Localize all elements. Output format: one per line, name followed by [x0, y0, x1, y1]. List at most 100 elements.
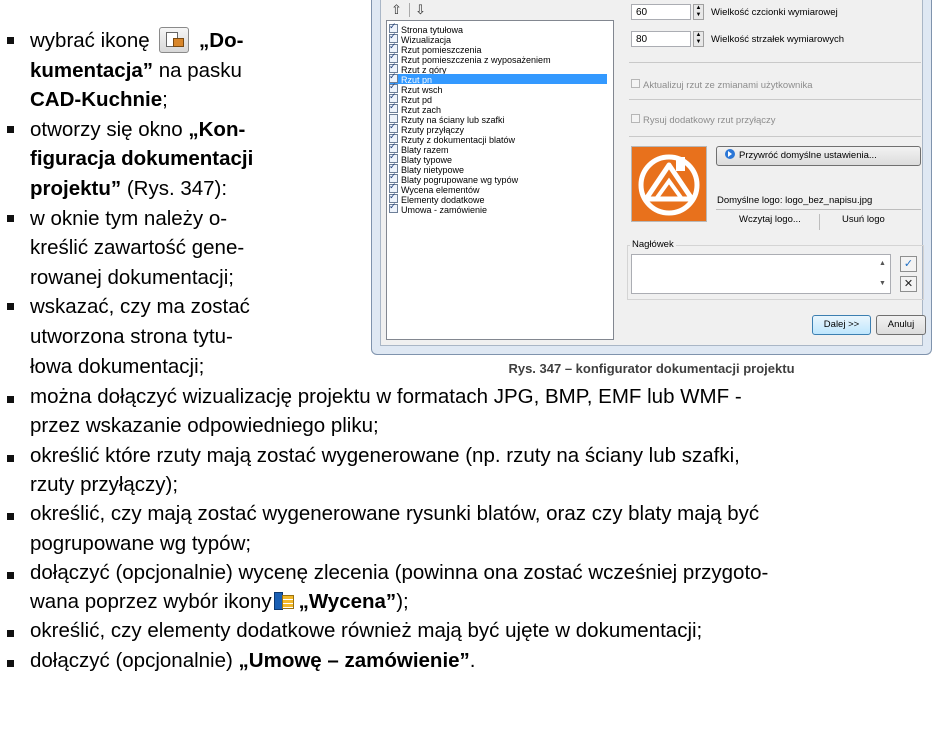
list-item[interactable]: Blaty nietypowe: [389, 161, 464, 175]
list-item[interactable]: Blaty razem: [389, 141, 449, 155]
list-item[interactable]: Elementy dodatkowe: [389, 191, 485, 205]
arrow-size-input[interactable]: 80: [631, 31, 691, 47]
text-line: określić które rzuty mają zostać wygener…: [30, 444, 740, 468]
update-view-label: Aktualizuj rzut ze zmianami użytkownika: [643, 80, 813, 91]
remove-logo-button[interactable]: Usuń logo: [842, 214, 885, 225]
move-down-icon[interactable]: ⇩: [415, 2, 426, 18]
extra-view-checkbox[interactable]: Rysuj dodatkowy rzut przyłączy: [631, 114, 776, 126]
wycena-icon[interactable]: [273, 591, 295, 611]
text-run: CAD-Kuchnie: [30, 88, 163, 112]
text-run: .: [469, 648, 476, 672]
list-item-checkbox[interactable]: [389, 101, 398, 113]
text-line: kumentacja” na pasku: [30, 56, 242, 86]
text-line: otworzy się okno „Kon-: [30, 115, 245, 145]
text-run: można dołączyć wizualizację projektu w f…: [30, 385, 742, 408]
list-item[interactable]: Strona tytułowa: [389, 21, 463, 35]
divider: [629, 62, 921, 63]
checkbox-box: [631, 79, 640, 88]
divider: [716, 209, 921, 210]
logo-preview: [631, 146, 707, 222]
text-run: kumentacja”: [30, 58, 154, 82]
arrow-size-label: Wielkość strzałek wymiarowych: [711, 34, 845, 45]
move-up-icon[interactable]: ⇧: [391, 2, 402, 18]
font-size-label: Wielkość czcionki wymiarowej: [711, 7, 838, 18]
text-line: w oknie tym należy o-: [30, 204, 227, 234]
text-line: pogrupowane wg typów;: [30, 532, 251, 556]
font-size-input[interactable]: 60: [631, 4, 691, 20]
text-line: figuracja dokumentacji: [30, 144, 253, 174]
restore-defaults-button[interactable]: Przywróć domyślne ustawienia...: [716, 146, 921, 166]
text-run: „Kon-: [188, 117, 246, 141]
text-line: CAD-Kuchnie;: [30, 85, 168, 115]
text-run: „Umowę – zamówienie”: [238, 648, 470, 672]
list-item[interactable]: Wizualizacja: [389, 31, 451, 45]
divider: [629, 99, 921, 100]
list-item[interactable]: Blaty pogrupowane wg typów: [389, 171, 518, 185]
text-run: rzuty przyłączy);: [30, 472, 179, 496]
text-line: kreślić zawartość gene-: [30, 233, 244, 263]
text-run: utworzona strona tytu-: [30, 325, 233, 348]
text-line: przez wskazanie odpowiedniego pliku;: [30, 414, 379, 438]
list-item-checkbox[interactable]: [389, 201, 398, 213]
list-item[interactable]: Rzut z góry: [389, 61, 447, 75]
text-line: projektu” (Rys. 347):: [30, 174, 227, 204]
update-view-checkbox[interactable]: Aktualizuj rzut ze zmianami użytkownika: [631, 79, 812, 91]
text-line: określić, czy mają zostać wygenerowane r…: [30, 502, 759, 526]
list-item[interactable]: Rzut wsch: [389, 81, 443, 95]
default-logo-filename: logo_bez_napisu.jpg: [785, 195, 873, 206]
clear-x-icon[interactable]: ✕: [900, 276, 917, 292]
header-group: Nagłówek ▲ ▼ ✓ ✕: [627, 239, 924, 300]
text-run: określić, czy mają zostać wygenerowane r…: [30, 502, 760, 526]
text-run: dołączyć (opcjonalnie): [30, 648, 239, 672]
text-run: rowanej dokumentacji;: [30, 265, 234, 289]
text-line: dołączyć (opcjonalnie) wycenę zlecenia (…: [30, 561, 768, 585]
bullet-marker: [7, 630, 14, 638]
font-size-spinner[interactable]: ▲ ▼: [693, 4, 704, 20]
list-item[interactable]: Blaty typowe: [389, 151, 452, 165]
list-toolbar: ⇧ ⇩: [387, 0, 618, 20]
restore-defaults-label: Przywróć domyślne ustawienia...: [739, 150, 877, 161]
text-run: na pasku: [153, 58, 242, 82]
next-button[interactable]: Dalej >>: [812, 315, 871, 335]
bullet-marker: [7, 303, 14, 311]
text-line: wana poprzez wybór ikony „Wycena”);: [30, 590, 409, 614]
text-run: w oknie tym należy o-: [30, 206, 228, 230]
list-item[interactable]: Wycena elementów: [389, 181, 479, 195]
text-run: (Rys. 347):: [121, 177, 228, 200]
toolbar-separator: [409, 3, 410, 17]
default-logo-info: Domyślne logo: logo_bez_napisu.jpg: [717, 195, 872, 206]
header-group-label: Nagłówek: [630, 239, 676, 250]
text-run: wskazać, czy ma zostać: [30, 295, 250, 319]
list-item[interactable]: Rzut pomieszczenia z wyposażeniem: [389, 51, 551, 65]
cancel-button[interactable]: Anuluj: [876, 315, 926, 335]
list-item[interactable]: Rzuty przyłączy: [389, 121, 464, 135]
documentation-items-list[interactable]: Strona tytułowaWizualizacjaRzut pomieszc…: [386, 20, 614, 340]
text-run: określić, czy elementy dodatkowe również…: [30, 619, 703, 643]
bullet-marker: [7, 659, 14, 667]
text-run: wybrać ikonę: [30, 29, 156, 52]
list-item[interactable]: Rzut pomieszczenia: [389, 41, 482, 55]
list-item[interactable]: Rzuty na ściany lub szafki: [389, 114, 505, 125]
cad-docs-icon[interactable]: [159, 27, 190, 53]
checkbox-box: [631, 114, 640, 123]
confirm-check-icon[interactable]: ✓: [900, 256, 917, 272]
list-item-label: Umowa - zamówienie: [401, 205, 488, 215]
arrow-size-spinner[interactable]: ▲ ▼: [693, 31, 704, 47]
list-item[interactable]: Rzuty z dokumentacji blatów: [389, 131, 515, 145]
text-run: kreślić zawartość gene-: [30, 236, 245, 260]
list-item[interactable]: Rzut pn: [389, 71, 607, 85]
text-run: „Wycena”: [298, 590, 397, 614]
text-line: wskazać, czy ma zostać: [30, 292, 250, 322]
list-item[interactable]: Umowa - zamówienie: [389, 201, 488, 215]
header-textarea[interactable]: ▲ ▼: [631, 254, 891, 294]
text-run: figuracja dokumentacji: [30, 147, 254, 171]
text-line: można dołączyć wizualizację projektu w f…: [30, 385, 742, 409]
text-line: wybrać ikonę „Do-: [30, 26, 243, 56]
bullet-marker: [7, 37, 14, 44]
text-line: rowanej dokumentacji;: [30, 263, 234, 293]
bullet-marker: [7, 571, 14, 579]
load-logo-button[interactable]: Wczytaj logo...: [739, 214, 801, 225]
header-scrollbar[interactable]: ▲ ▼: [878, 256, 889, 292]
list-item[interactable]: Rzut zach: [389, 101, 441, 115]
restore-icon: [725, 149, 735, 159]
